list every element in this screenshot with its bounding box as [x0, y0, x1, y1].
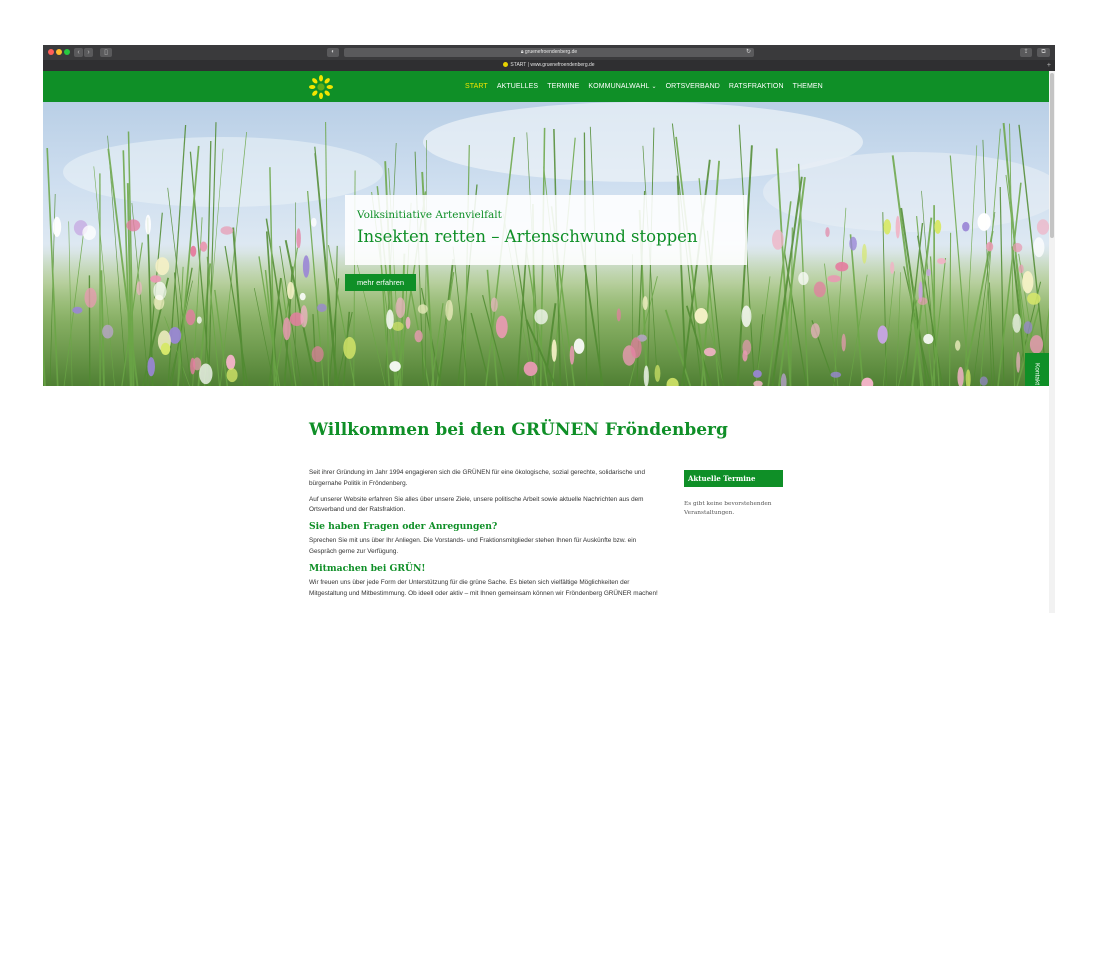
minimize-window-icon[interactable]: [56, 49, 62, 55]
tab-bar: START | www.gruenefroendenberg.de +: [43, 60, 1055, 71]
chevron-down-icon: ⌄: [651, 84, 657, 90]
nav-item-ratsfraktion[interactable]: RATSFRAKTION: [729, 83, 784, 90]
tab-favicon-icon: [503, 62, 509, 68]
events-heading: Aktuelle Termine: [684, 470, 783, 487]
intro-paragraph-1: Seit ihrer Gründung im Jahr 1994 engagie…: [309, 469, 646, 487]
lock-icon: 🔒︎: [520, 49, 524, 55]
page-viewport: START AKTUELLES TERMINE KOMMUNALWAHL ⌄ OR…: [43, 71, 1049, 613]
scrollbar-thumb[interactable]: [1050, 73, 1054, 238]
nav-item-kommunalwahl[interactable]: KOMMUNALWAHL ⌄: [588, 83, 656, 90]
chevron-right-icon[interactable]: ›: [84, 48, 93, 57]
share-icon[interactable]: ⇪: [1020, 48, 1032, 57]
kontakt-label: Kontakt: [1033, 362, 1041, 385]
url-text: gruenefroendenberg.de: [524, 49, 578, 55]
page-title: Willkommen bei den GRÜNEN Fröndenberg: [309, 420, 728, 440]
sunflower-logo-icon[interactable]: [309, 75, 333, 99]
hero-banner: Volksinitiative Artenvielfalt Insekten r…: [43, 102, 1049, 386]
page-scrollbar[interactable]: [1049, 71, 1055, 613]
main-content: Seit ihrer Gründung im Jahr 1994 engagie…: [309, 468, 659, 604]
main-navigation: START AKTUELLES TERMINE KOMMUNALWAHL ⌄ OR…: [465, 71, 823, 102]
fullscreen-window-icon[interactable]: [64, 49, 70, 55]
tabs-icon[interactable]: ⧉: [1037, 48, 1050, 57]
events-empty-text: Es gibt keine bevorstehenden Veranstaltu…: [684, 501, 772, 516]
questions-heading: Sie haben Fragen oder Anregungen?: [309, 521, 498, 533]
chevron-left-icon[interactable]: ‹: [74, 48, 83, 57]
questions-paragraph: Sprechen Sie mit uns über Ihr Anliegen. …: [309, 537, 637, 555]
intro-paragraph-2: Auf unserer Website erfahren Sie alles ü…: [309, 495, 644, 514]
site-header: START AKTUELLES TERMINE KOMMUNALWAHL ⌄ OR…: [43, 71, 1049, 102]
hero-kicker: Volksinitiative Artenvielfalt: [357, 209, 502, 221]
nav-item-termine[interactable]: TERMINE: [547, 83, 579, 90]
plus-icon[interactable]: +: [1047, 60, 1051, 71]
nav-item-ortsverband[interactable]: ORTSVERBAND: [666, 83, 720, 90]
reload-icon[interactable]: ↻: [746, 48, 751, 57]
browser-toolbar: ‹ › ▯ ◐ 🔒︎ gruenefroendenberg.de ↻ ⇪ ⧉ S…: [43, 45, 1055, 71]
tab-title-text: START | www.gruenefroendenberg.de: [510, 62, 595, 68]
hero-title: Insekten retten – Artenschwund stoppen: [357, 227, 698, 246]
nav-item-start[interactable]: START: [465, 83, 488, 90]
address-bar[interactable]: 🔒︎ gruenefroendenberg.de ↻: [344, 48, 754, 57]
events-sidebar: Aktuelle Termine Es gibt keine bevorsteh…: [684, 470, 783, 517]
shield-icon[interactable]: ◐: [327, 48, 339, 57]
close-window-icon[interactable]: [48, 49, 54, 55]
sidebar-icon[interactable]: ▯: [100, 48, 112, 57]
nav-item-kommunalwahl-label: KOMMUNALWAHL: [588, 83, 650, 90]
mehr-erfahren-button[interactable]: mehr erfahren: [345, 274, 416, 291]
join-heading: Mitmachen bei GRÜN!: [309, 562, 426, 574]
kontakt-button[interactable]: Kontakt: [1025, 353, 1049, 386]
active-tab[interactable]: START | www.gruenefroendenberg.de: [43, 60, 1055, 71]
hero-text-box: Volksinitiative Artenvielfalt Insekten r…: [345, 195, 747, 265]
join-paragraph: Wir freuen uns über jede Form der Unters…: [309, 578, 658, 597]
browser-window: ‹ › ▯ ◐ 🔒︎ gruenefroendenberg.de ↻ ⇪ ⧉ S…: [43, 45, 1055, 613]
nav-item-themen[interactable]: THEMEN: [793, 83, 823, 90]
nav-item-aktuelles[interactable]: AKTUELLES: [497, 83, 538, 90]
